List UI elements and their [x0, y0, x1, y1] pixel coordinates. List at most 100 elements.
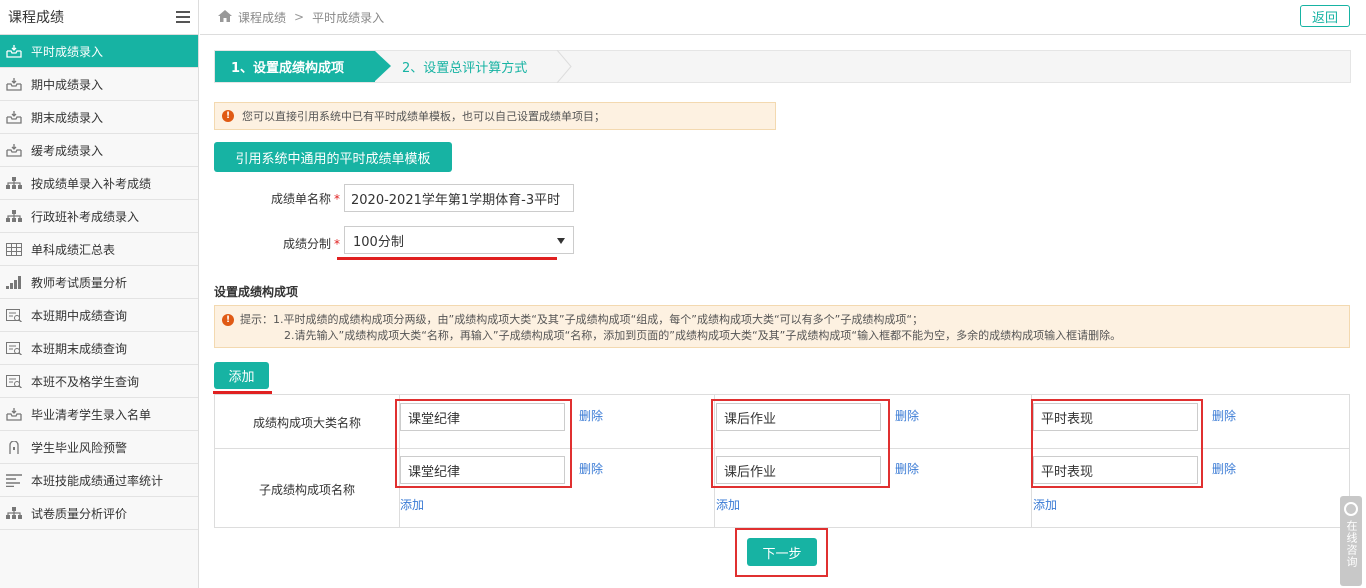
lock-icon	[6, 440, 22, 454]
required-mark: *	[334, 237, 340, 251]
search-list-icon	[6, 374, 22, 388]
inbox-icon	[6, 143, 22, 157]
info-notice: ! 您可以直接引用系统中已有平时成绩单模板，也可以自己设置成绩单项目；	[214, 102, 776, 130]
sidebar-item[interactable]: 行政班补考成绩录入	[0, 200, 198, 233]
grade-scale-value: 100分制	[353, 234, 404, 250]
breadcrumb-item-current: 平时成绩录入	[312, 10, 385, 25]
step-2: 2、设置总评计算方式	[402, 61, 528, 76]
sidebar-item-label: 学生毕业风险预警	[31, 440, 128, 455]
sidebar-item-label: 本班期中成绩查询	[31, 308, 128, 323]
top-bar: 课程成绩 > 平时成绩录入 返回	[200, 0, 1366, 35]
inbox-icon	[6, 77, 22, 91]
grade-scale-label: 成绩分制 *	[250, 235, 340, 252]
sidebar-item[interactable]: 试卷质量分析评价	[0, 497, 198, 530]
sidebar-item[interactable]: 毕业清考学生录入名单	[0, 398, 198, 431]
sidebar-header: 课程成绩	[0, 0, 198, 35]
search-list-icon	[6, 341, 22, 355]
report-name-input[interactable]: 2020-2021学年第1学期体育-3平时	[344, 184, 574, 212]
use-template-button[interactable]: 引用系统中通用的平时成绩单模板	[214, 142, 452, 172]
sitemap-icon	[6, 506, 22, 520]
sidebar: 课程成绩 平时成绩录入 期中成绩录入 期末成绩录入 缓考成绩录入按成绩单录入补考成绩行…	[0, 0, 199, 588]
sidebar-item-label: 试卷质量分析评价	[31, 506, 128, 521]
sidebar-item[interactable]: 教师考试质量分析	[0, 266, 198, 299]
sitemap-icon	[6, 209, 22, 223]
sidebar-item-label: 本班期末成绩查询	[31, 341, 128, 356]
sidebar-item-label: 缓考成绩录入	[31, 143, 104, 158]
hint-line-1: ! 提示：1.平时成绩的成绩构成项分两级，由”成绩构成项大类“及其”子成绩构成项…	[222, 312, 1342, 328]
inbox-icon	[6, 44, 22, 58]
hint-notice: ! 提示：1.平时成绩的成绩构成项分两级，由”成绩构成项大类“及其”子成绩构成项…	[214, 305, 1350, 348]
sitemap-icon	[6, 176, 22, 190]
chevron-right-icon: >	[294, 10, 305, 24]
add-subitem-link[interactable]: 添加	[716, 496, 740, 513]
back-button[interactable]: 返回	[1300, 5, 1350, 27]
breadcrumb: 课程成绩 > 平时成绩录入	[200, 9, 384, 26]
highlight-box	[711, 399, 890, 488]
report-name-label: 成绩单名称 *	[250, 190, 340, 207]
delete-category-link[interactable]: 删除	[1212, 407, 1236, 424]
delete-category-link[interactable]: 删除	[895, 407, 919, 424]
add-subitem-link[interactable]: 添加	[1033, 496, 1057, 513]
delete-category-link[interactable]: 删除	[579, 407, 603, 424]
step-1-active: 1、设置成绩构成项	[215, 51, 391, 82]
online-consult-label: 在线咨询	[1345, 520, 1358, 568]
sidebar-item-label: 本班技能成绩通过率统计	[31, 473, 164, 488]
grade-scale-label-text: 成绩分制	[282, 237, 331, 251]
sidebar-item-label: 毕业清考学生录入名单	[31, 407, 152, 422]
category-row-label: 成绩构成项大类名称	[252, 416, 361, 430]
highlight-box	[395, 399, 572, 488]
warning-icon: !	[222, 314, 234, 326]
warning-icon: !	[222, 110, 234, 122]
sidebar-item[interactable]: 平时成绩录入	[0, 35, 198, 68]
inbox-icon	[6, 110, 22, 124]
list-toggle-icon[interactable]	[176, 11, 190, 23]
delete-subitem-link[interactable]: 删除	[1212, 460, 1236, 477]
sidebar-item[interactable]: 本班期末成绩查询	[0, 332, 198, 365]
inbox-icon	[6, 407, 22, 421]
sidebar-title: 课程成绩	[8, 10, 64, 26]
highlight-box	[1031, 399, 1203, 488]
add-category-button[interactable]: 添加	[214, 362, 269, 389]
sidebar-item-label: 单科成绩汇总表	[31, 242, 116, 257]
align-left-icon	[6, 473, 22, 487]
sidebar-item-label: 按成绩单录入补考成绩	[31, 176, 152, 191]
table-icon	[6, 242, 22, 256]
chat-icon	[1344, 502, 1358, 516]
step-indicator: 1、设置成绩构成项 2、设置总评计算方式	[214, 50, 1351, 83]
sidebar-item-label: 期末成绩录入	[31, 110, 104, 125]
home-icon[interactable]	[218, 9, 232, 25]
sidebar-item-label: 教师考试质量分析	[31, 275, 128, 290]
add-subitem-link[interactable]: 添加	[400, 496, 424, 513]
online-consult-button[interactable]: 在线咨询	[1340, 496, 1362, 586]
sidebar-item[interactable]: 本班期中成绩查询	[0, 299, 198, 332]
sidebar-item[interactable]: 学生毕业风险预警	[0, 431, 198, 464]
sidebar-item[interactable]: 按成绩单录入补考成绩	[0, 167, 198, 200]
sidebar-item-label: 期中成绩录入	[31, 77, 104, 92]
subitem-row-label: 子成绩构成项名称	[258, 483, 355, 497]
delete-subitem-link[interactable]: 删除	[579, 460, 603, 477]
sidebar-item[interactable]: 期末成绩录入	[0, 101, 198, 134]
next-step-button[interactable]: 下一步	[747, 538, 817, 566]
search-list-icon	[6, 308, 22, 322]
step-chevron-icon	[556, 50, 572, 83]
section-title: 设置成绩构成项	[214, 285, 299, 299]
sidebar-item-label: 平时成绩录入	[31, 44, 104, 59]
sidebar-item[interactable]: 本班不及格学生查询	[0, 365, 198, 398]
sidebar-item[interactable]: 单科成绩汇总表	[0, 233, 198, 266]
notice-text: 您可以直接引用系统中已有平时成绩单模板，也可以自己设置成绩单项目；	[242, 110, 605, 123]
highlight-underline	[337, 257, 557, 260]
required-mark: *	[334, 192, 340, 206]
sidebar-item[interactable]: 本班技能成绩通过率统计	[0, 464, 198, 497]
delete-subitem-link[interactable]: 删除	[895, 460, 919, 477]
hint-text-1: 提示：1.平时成绩的成绩构成项分两级，由”成绩构成项大类“及其”子成绩构成项“组…	[240, 313, 924, 326]
sidebar-item-label: 本班不及格学生查询	[31, 374, 140, 389]
sidebar-item-label: 行政班补考成绩录入	[31, 209, 140, 224]
sidebar-item[interactable]: 缓考成绩录入	[0, 134, 198, 167]
caret-down-icon	[557, 233, 565, 248]
sidebar-item[interactable]: 期中成绩录入	[0, 68, 198, 101]
grade-scale-select[interactable]: 100分制	[344, 226, 574, 254]
signal-icon	[6, 275, 22, 289]
breadcrumb-item-course-grades[interactable]: 课程成绩	[238, 9, 286, 26]
hint-text-2: 2.请先输入”成绩构成项大类“名称，再输入”子成绩构成项“名称，添加到页面的”成…	[284, 329, 1122, 342]
report-name-label-text: 成绩单名称	[270, 192, 331, 206]
